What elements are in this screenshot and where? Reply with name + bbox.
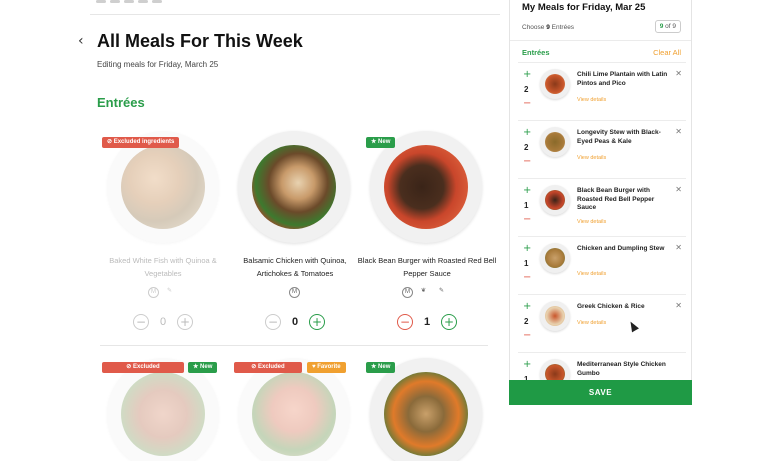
top-nav-fragment — [96, 0, 246, 3]
increase-button[interactable]: + — [177, 314, 193, 330]
back-chevron-icon[interactable]: ‹ — [78, 33, 84, 49]
meal-selection-page: ‹ All Meals For This Week Editing meals … — [0, 0, 768, 461]
excluded-badge: ⊘ Excluded — [234, 362, 302, 373]
remove-icon[interactable]: ✕ — [675, 301, 682, 310]
item-thumbnail — [540, 243, 570, 273]
m-diet-icon: M — [148, 287, 159, 298]
quantity-value: 0 — [291, 316, 299, 328]
meal-name-black-bean-burger[interactable]: Black Bean Burger with Roasted Red Bell … — [357, 254, 497, 280]
tag-icon: ✎ — [166, 288, 173, 294]
meal-image-balsamic-chicken[interactable] — [238, 131, 350, 243]
decrease-button[interactable]: − — [133, 314, 149, 330]
leaf-icon: ❦ — [420, 288, 427, 294]
increase-icon[interactable]: + — [523, 243, 531, 254]
item-name: Chicken and Dumpling Stew — [577, 245, 665, 252]
increase-icon[interactable]: + — [523, 69, 531, 80]
increase-icon[interactable]: + — [523, 359, 531, 370]
view-details-link[interactable]: View details — [577, 97, 606, 103]
item-quantity: 2 — [524, 85, 529, 94]
meal-image-row2-1[interactable] — [107, 358, 219, 461]
decrease-icon[interactable]: − — [523, 330, 531, 341]
item-quantity: 1 — [524, 201, 529, 210]
decrease-icon[interactable]: − — [523, 272, 531, 283]
view-details-link[interactable]: View details — [577, 219, 606, 225]
meal-name-baked-white-fish[interactable]: Baked White Fish with Quinoa & Vegetable… — [93, 254, 233, 280]
increase-button[interactable]: + — [309, 314, 325, 330]
meal-image-row2-3[interactable] — [370, 358, 482, 461]
favorite-badge: ♥ Favorite — [307, 362, 346, 373]
pencil-icon: ✎ — [438, 288, 445, 294]
my-meals-panel: My Meals for Friday, Mar 25 Choose 9 Ent… — [509, 0, 692, 405]
save-button[interactable]: SAVE — [509, 380, 692, 405]
remove-icon[interactable]: ✕ — [675, 127, 682, 136]
view-details-link[interactable]: View details — [577, 155, 606, 161]
view-details-link[interactable]: View details — [577, 320, 606, 326]
excluded-ingredients-badge: ⊘ Excluded ingredients — [102, 137, 180, 148]
panel-item-row: + 2 − Greek Chicken & Rice View details … — [518, 294, 686, 351]
item-name: Mediterranean Style Chicken Gumbo — [577, 361, 666, 377]
panel-item-row: + 2 − Longevity Stew with Black-Eyed Pea… — [518, 120, 686, 177]
panel-item-row: + 2 − Chili Lime Plantain with Latin Pin… — [518, 62, 686, 119]
item-name: Longevity Stew with Black-Eyed Peas & Ka… — [577, 129, 661, 145]
item-name: Chili Lime Plantain with Latin Pintos an… — [577, 71, 668, 87]
meal-name-balsamic-chicken[interactable]: Balsamic Chicken with Quinoa, Artichokes… — [225, 254, 365, 280]
choose-entrees-text: Choose 9 Entrées — [522, 24, 575, 31]
remove-icon[interactable]: ✕ — [675, 69, 682, 78]
quantity-value: 1 — [423, 316, 431, 328]
item-quantity: 2 — [524, 317, 529, 326]
top-divider — [90, 14, 500, 15]
quantity-stepper-baked-white-fish: − 0 + — [133, 314, 193, 330]
item-thumbnail — [540, 127, 570, 157]
decrease-icon[interactable]: − — [523, 156, 531, 167]
row-divider — [100, 345, 488, 346]
item-thumbnail — [540, 301, 570, 331]
quantity-stepper-balsamic-chicken: − 0 + — [265, 314, 325, 330]
quantity-stepper-black-bean-burger: − 1 + — [397, 314, 457, 330]
selected-count-badge: 9 of 9 — [654, 20, 681, 33]
increase-button[interactable]: + — [441, 314, 457, 330]
item-thumbnail — [540, 185, 570, 215]
remove-icon[interactable]: ✕ — [675, 185, 682, 194]
new-badge: ★ New — [366, 137, 396, 148]
page-subtitle: Editing meals for Friday, March 25 — [97, 60, 219, 69]
item-name: Greek Chicken & Rice — [577, 303, 645, 310]
new-badge: ★ New — [366, 362, 396, 373]
panel-item-row: + 1 − Black Bean Burger with Roasted Red… — [518, 178, 686, 235]
item-quantity: 2 — [524, 143, 529, 152]
panel-entrees-label: Entrées — [522, 48, 550, 57]
quantity-value: 0 — [159, 316, 167, 328]
excluded-badge: ⊘ Excluded — [102, 362, 184, 373]
m-diet-icon: M — [289, 287, 300, 298]
increase-icon[interactable]: + — [523, 301, 531, 312]
item-quantity: 1 — [524, 259, 529, 268]
remove-icon[interactable]: ✕ — [675, 243, 682, 252]
item-name: Black Bean Burger with Roasted Red Bell … — [577, 187, 655, 211]
m-diet-icon: M — [402, 287, 413, 298]
item-thumbnail — [540, 69, 570, 99]
increase-icon[interactable]: + — [523, 185, 531, 196]
section-heading-entrees: Entrées — [97, 95, 145, 110]
decrease-icon[interactable]: − — [523, 214, 531, 225]
increase-icon[interactable]: + — [523, 127, 531, 138]
panel-divider — [510, 40, 691, 41]
decrease-button[interactable]: − — [397, 314, 413, 330]
panel-item-row: + 1 − Chicken and Dumpling Stew View det… — [518, 236, 686, 293]
meal-image-row2-2[interactable] — [238, 358, 350, 461]
panel-title: My Meals for Friday, Mar 25 — [522, 2, 646, 13]
page-title: All Meals For This Week — [97, 31, 303, 51]
decrease-icon[interactable]: − — [523, 98, 531, 109]
new-badge: ★ New — [188, 362, 218, 373]
view-details-link[interactable]: View details — [577, 271, 606, 277]
clear-all-link[interactable]: Clear All — [653, 48, 681, 57]
decrease-button[interactable]: − — [265, 314, 281, 330]
